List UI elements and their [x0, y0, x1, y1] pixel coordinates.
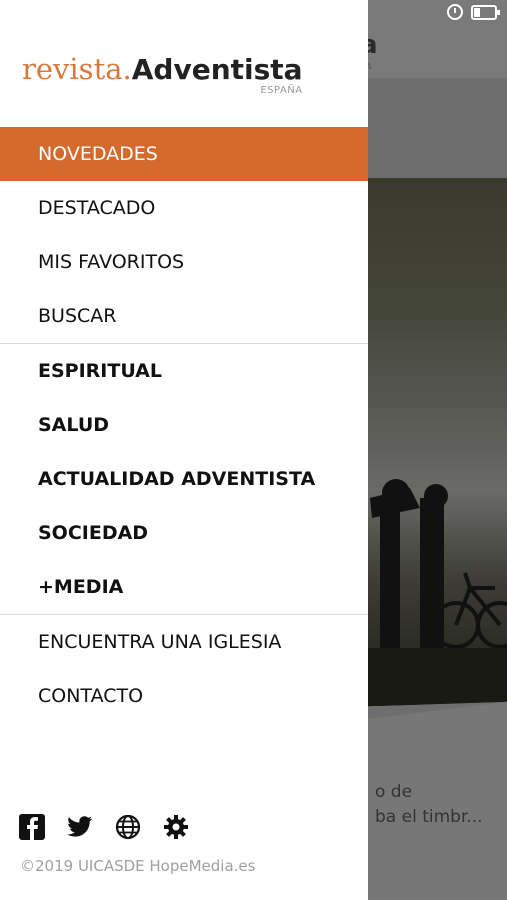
menu-item-encuentra-una-iglesia[interactable]: ENCUENTRA UNA IGLESIA: [0, 615, 368, 669]
logo-country: ESPAÑA: [260, 85, 303, 96]
navigation-drawer: revista.Adventista ESPAÑA NOVEDADES DEST…: [0, 0, 368, 900]
menu-item-mis-favoritos[interactable]: MIS FAVORITOS: [0, 235, 368, 289]
menu-item-buscar[interactable]: BUSCAR: [0, 289, 368, 343]
copyright-text: ©2019 UICASDE HopeMedia.es: [20, 857, 256, 875]
twitter-icon[interactable]: [67, 814, 93, 840]
article-excerpt: o de ba el timbr...: [375, 780, 505, 830]
globe-icon[interactable]: [115, 814, 141, 840]
excerpt-line: o de: [375, 782, 413, 802]
menu-item-destacado[interactable]: DESTACADO: [0, 181, 368, 235]
logo-dot: .: [122, 52, 132, 86]
menu-item-contacto[interactable]: CONTACTO: [0, 669, 368, 723]
menu-item-actualidad-adventista[interactable]: ACTUALIDAD ADVENTISTA: [0, 452, 368, 506]
menu-item-media[interactable]: +MEDIA: [0, 560, 368, 614]
excerpt-line: ba el timbr...: [375, 807, 483, 827]
menu-item-salud[interactable]: SALUD: [0, 398, 368, 452]
facebook-icon[interactable]: [19, 814, 45, 840]
menu-item-sociedad[interactable]: SOCIEDAD: [0, 506, 368, 560]
battery-icon: [471, 4, 500, 20]
alarm-icon: [447, 4, 463, 20]
app-logo: revista.Adventista ESPAÑA: [22, 52, 303, 102]
menu-item-espiritual[interactable]: ESPIRITUAL: [0, 344, 368, 398]
logo-text-light: revista: [22, 52, 123, 86]
gear-icon[interactable]: [163, 814, 189, 840]
status-bar: [447, 4, 500, 20]
social-links: [19, 814, 189, 840]
logo-text-bold: Adventista: [131, 53, 303, 86]
drawer-menu: NOVEDADES DESTACADO MIS FAVORITOS BUSCAR…: [0, 127, 368, 723]
menu-item-novedades[interactable]: NOVEDADES: [0, 127, 368, 181]
